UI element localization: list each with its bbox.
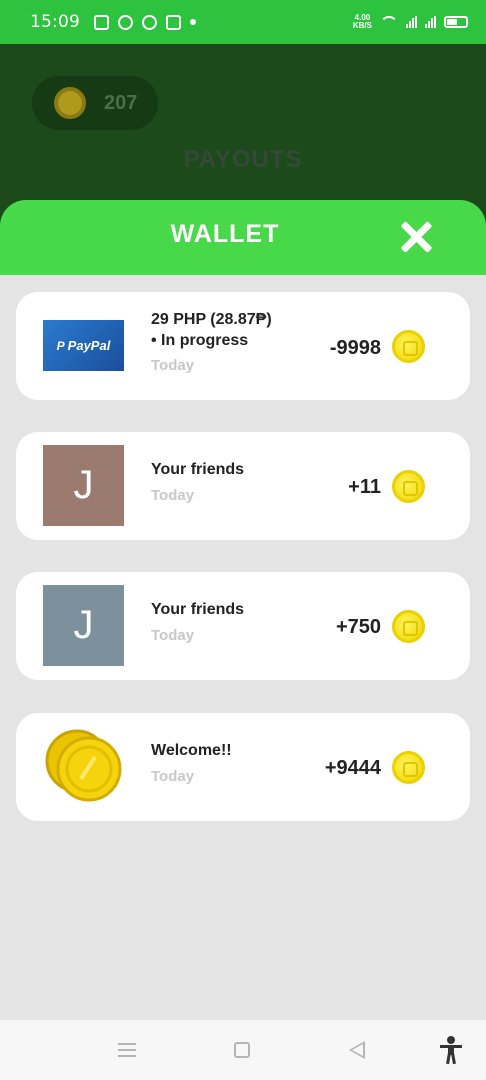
paypal-p-icon: P: [56, 338, 65, 353]
avatar: J: [43, 445, 124, 526]
transaction-amount: +9444: [324, 757, 381, 779]
accessibility-icon[interactable]: [440, 1036, 462, 1065]
coin-icon: [54, 87, 86, 119]
transaction-date: Today: [151, 768, 195, 785]
payouts-title: PAYOUTS: [183, 146, 303, 173]
paypal-logo: P PayPal: [43, 320, 124, 371]
paypal-text: PayPal: [67, 338, 111, 353]
messenger-icon: [118, 14, 133, 30]
android-icon: [166, 14, 181, 30]
status-bar: 15:09 4.00 KB/S: [0, 0, 486, 44]
coin-icon: [392, 610, 425, 643]
coin-icon: [392, 330, 425, 363]
coin-icon: [392, 470, 425, 503]
battery-icon: [444, 16, 468, 28]
transaction-card[interactable]: Welcome!! Today +9444: [16, 713, 470, 821]
transaction-amount: +11: [348, 476, 381, 498]
notification-icons: [94, 14, 196, 30]
transaction-title: 29 PHP (28.87₱): [151, 311, 272, 328]
facebook-icon: [142, 14, 157, 30]
navigation-bar: [0, 1020, 486, 1080]
transaction-card[interactable]: J Your friends Today +11: [16, 432, 470, 540]
coin-icon: [392, 751, 425, 784]
more-notifications-icon: [190, 19, 196, 25]
transaction-date: Today: [151, 627, 195, 644]
home-icon[interactable]: [234, 1042, 250, 1058]
transaction-title: Your friends: [151, 461, 245, 478]
transaction-card[interactable]: P PayPal 29 PHP (28.87₱) • In progress T…: [16, 292, 470, 400]
status-time: 15:09: [30, 12, 80, 32]
avatar: J: [43, 585, 124, 666]
back-icon[interactable]: [349, 1041, 365, 1059]
close-icon[interactable]: [397, 218, 435, 256]
status-right: 4.00 KB/S: [353, 14, 468, 30]
transaction-amount: +750: [335, 616, 381, 638]
signal-icon: [406, 16, 417, 28]
transaction-status: • In progress: [151, 332, 249, 349]
wallet-header: WALLET: [0, 200, 486, 275]
wallet-title: WALLET: [170, 220, 280, 248]
coin-balance: 207: [104, 91, 138, 114]
transaction-date: Today: [151, 487, 195, 504]
wifi-icon: [380, 16, 398, 28]
transaction-date: Today: [151, 357, 195, 374]
transaction-title: Welcome!!: [151, 742, 232, 759]
coin-balance-pill: 207: [32, 76, 158, 130]
transaction-amount: -9998: [329, 337, 381, 359]
coins-image: [43, 727, 124, 808]
wallet-list: P PayPal 29 PHP (28.87₱) • In progress T…: [0, 275, 486, 1020]
signal-icon-2: [425, 16, 436, 28]
network-speed-unit: KB/S: [352, 21, 372, 30]
network-speed: 4.00 KB/S: [353, 14, 372, 30]
transaction-title: Your friends: [151, 601, 245, 618]
menu-icon[interactable]: [118, 1043, 136, 1057]
game-icon: [94, 14, 109, 30]
transaction-card[interactable]: J Your friends Today +750: [16, 572, 470, 680]
